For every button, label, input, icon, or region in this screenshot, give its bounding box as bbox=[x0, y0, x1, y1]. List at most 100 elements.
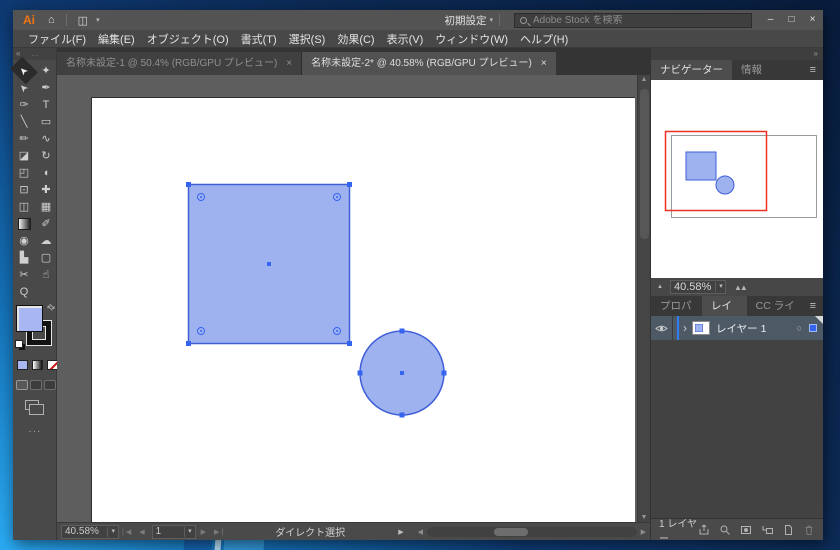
artboard-tool[interactable]: ▢ bbox=[35, 249, 57, 266]
locate-object-icon[interactable] bbox=[719, 524, 731, 536]
close-button[interactable]: × bbox=[802, 10, 823, 30]
vertical-scrollbar[interactable]: ▲ ▼ bbox=[637, 75, 650, 522]
drag-grip-icon[interactable]: ⋯ bbox=[31, 50, 40, 62]
draw-normal-button[interactable] bbox=[16, 380, 28, 390]
layer-name[interactable]: レイヤー 1 bbox=[716, 321, 766, 336]
anchor-point[interactable] bbox=[399, 328, 405, 334]
draw-inside-button[interactable] bbox=[44, 380, 56, 390]
shaper-tool[interactable]: ∿ bbox=[35, 130, 57, 147]
swap-fill-stroke-icon[interactable]: ⇄ bbox=[45, 301, 57, 314]
delete-selection-icon[interactable] bbox=[803, 524, 815, 536]
eyedropper-tool[interactable]: ✐ bbox=[35, 215, 57, 232]
zoom-level-select[interactable]: 40.58% ▾ bbox=[61, 524, 119, 539]
menu-effect[interactable]: 効果(C) bbox=[331, 31, 380, 47]
tab-properties[interactable]: プロパティ bbox=[651, 296, 702, 332]
rectangle-tool[interactable]: ▭ bbox=[35, 113, 57, 130]
zoom-in-icon[interactable]: ▲▲ bbox=[734, 283, 748, 292]
expand-panels-icon[interactable]: » bbox=[814, 49, 818, 58]
menu-view[interactable]: 表示(V) bbox=[381, 31, 430, 47]
minimize-button[interactable]: – bbox=[760, 10, 781, 30]
anchor-point[interactable] bbox=[347, 182, 352, 187]
pen-tool[interactable]: ✒ bbox=[35, 79, 57, 96]
scroll-up-icon[interactable]: ▲ bbox=[638, 76, 650, 83]
create-new-layer-icon[interactable] bbox=[782, 524, 794, 536]
anchor-point[interactable] bbox=[399, 412, 405, 418]
line-segment-tool[interactable]: ╲ bbox=[13, 113, 35, 130]
search-input[interactable] bbox=[533, 14, 746, 26]
panel-menu-icon[interactable]: ≡ bbox=[810, 64, 816, 76]
navigator-preview[interactable] bbox=[651, 80, 823, 278]
horizontal-scroll-thumb[interactable] bbox=[494, 527, 529, 536]
symbol-sprayer-tool[interactable]: ☁ bbox=[35, 232, 57, 249]
anchor-point[interactable] bbox=[441, 370, 447, 376]
previous-artboard-button[interactable]: ◀ bbox=[139, 528, 146, 536]
chevron-down-icon[interactable]: ▾ bbox=[96, 16, 100, 24]
scroll-left-icon[interactable]: ◀ bbox=[418, 528, 423, 536]
artboard-number-select[interactable]: 1 ▾ bbox=[151, 524, 196, 539]
tab-info[interactable]: 情報 bbox=[732, 60, 771, 80]
collect-for-export-icon[interactable] bbox=[698, 523, 710, 536]
tab-cc-libraries[interactable]: CC ライブラリ bbox=[747, 296, 810, 332]
menu-object[interactable]: オブジェクト(O) bbox=[141, 31, 235, 47]
tab-navigator[interactable]: ナビゲーター bbox=[651, 60, 732, 80]
document-tab-2[interactable]: 名称未設定-2* @ 40.58% (RGB/GPU プレビュー) × bbox=[302, 52, 556, 75]
column-graph-tool[interactable]: ▙ bbox=[13, 249, 35, 266]
edit-toolbar-button[interactable]: ··· bbox=[13, 426, 57, 437]
type-tool[interactable]: T bbox=[35, 96, 57, 113]
fill-swatch[interactable] bbox=[16, 305, 43, 332]
horizontal-scrollbar[interactable] bbox=[426, 526, 637, 537]
target-icon[interactable]: ○ bbox=[797, 323, 802, 333]
close-icon[interactable]: × bbox=[541, 52, 547, 75]
zoom-out-icon[interactable]: ▲ bbox=[657, 284, 663, 290]
visibility-toggle[interactable] bbox=[651, 316, 673, 340]
menu-edit[interactable]: 編集(E) bbox=[92, 31, 141, 47]
adobe-stock-search[interactable] bbox=[514, 12, 752, 28]
eraser-tool[interactable]: ◪ bbox=[13, 147, 35, 164]
rotate-tool[interactable]: ↻ bbox=[35, 147, 57, 164]
center-point[interactable] bbox=[267, 262, 271, 266]
width-tool[interactable]: ◖ bbox=[35, 164, 57, 181]
menu-window[interactable]: ウィンドウ(W) bbox=[429, 31, 514, 47]
menu-file[interactable]: ファイル(F) bbox=[22, 31, 92, 47]
scroll-right-icon[interactable]: ▶ bbox=[641, 528, 646, 536]
chevron-down-icon[interactable]: ▾ bbox=[489, 16, 493, 24]
blend-tool[interactable]: ◉ bbox=[13, 232, 35, 249]
default-fill-stroke-icon[interactable] bbox=[15, 340, 23, 348]
collapse-panel-icon[interactable]: « bbox=[16, 49, 20, 58]
status-menu-icon[interactable]: ▶ bbox=[398, 528, 403, 536]
vertical-scroll-thumb[interactable] bbox=[640, 89, 649, 239]
create-new-sublayer-icon[interactable] bbox=[761, 524, 773, 536]
document-tab-1[interactable]: 名称未設定-1 @ 50.4% (RGB/GPU プレビュー) × bbox=[57, 52, 303, 75]
puppet-warp-tool[interactable]: ✚ bbox=[35, 181, 57, 198]
last-artboard-button[interactable]: ▶| bbox=[214, 528, 225, 536]
anchor-point[interactable] bbox=[357, 370, 363, 376]
anchor-point[interactable] bbox=[347, 341, 352, 346]
menu-help[interactable]: ヘルプ(H) bbox=[514, 31, 574, 47]
hand-tool[interactable]: ☝ bbox=[35, 266, 57, 283]
gradient-button[interactable] bbox=[32, 360, 43, 370]
panel-menu-icon[interactable]: ≡ bbox=[810, 300, 816, 312]
gradient-tool[interactable] bbox=[13, 215, 35, 232]
scale-tool[interactable]: ◰ bbox=[13, 164, 35, 181]
anchor-point[interactable] bbox=[186, 182, 191, 187]
slice-tool[interactable]: ✂ bbox=[13, 266, 35, 283]
expand-layer-icon[interactable]: › bbox=[683, 321, 687, 335]
layer-thumbnail[interactable] bbox=[692, 321, 710, 335]
anchor-point[interactable] bbox=[186, 341, 191, 346]
scroll-down-icon[interactable]: ▼ bbox=[638, 514, 650, 521]
free-transform-tool[interactable]: ⊡ bbox=[13, 181, 35, 198]
canvas[interactable]: ▲ ▼ bbox=[57, 75, 650, 522]
center-point[interactable] bbox=[400, 371, 404, 375]
home-icon[interactable]: ⌂ bbox=[48, 14, 55, 26]
next-artboard-button[interactable]: ▶ bbox=[201, 528, 208, 536]
make-clipping-mask-icon[interactable] bbox=[740, 524, 752, 536]
mesh-tool[interactable]: ▦ bbox=[35, 198, 57, 215]
maximize-button[interactable]: □ bbox=[781, 10, 802, 30]
workspace-switcher[interactable]: 初期設定 bbox=[444, 13, 486, 28]
first-artboard-button[interactable]: |◀ bbox=[122, 528, 133, 536]
magic-wand-tool[interactable]: ✦ bbox=[35, 62, 57, 79]
paintbrush-tool[interactable]: ✏ bbox=[13, 130, 35, 147]
menu-select[interactable]: 選択(S) bbox=[283, 31, 332, 47]
layer-row[interactable]: › レイヤー 1 ○ bbox=[651, 316, 823, 340]
menu-type[interactable]: 書式(T) bbox=[235, 31, 283, 47]
